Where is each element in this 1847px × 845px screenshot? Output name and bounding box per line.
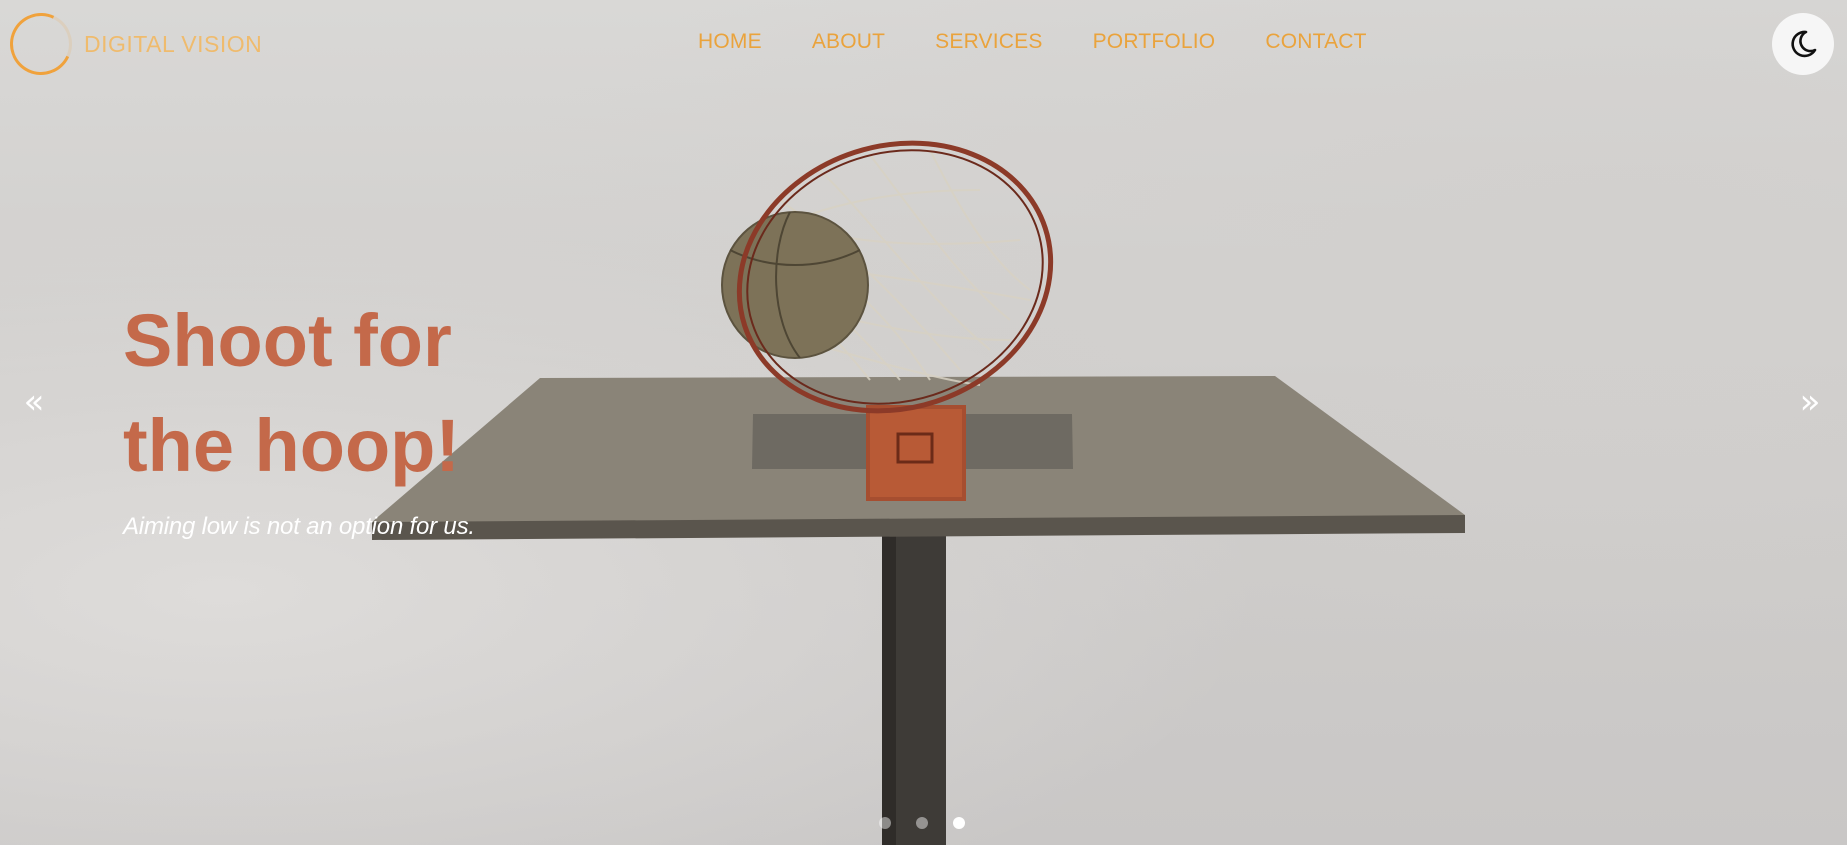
carousel-dot-3[interactable] <box>953 817 965 829</box>
carousel-prev-button[interactable]: « <box>14 382 54 422</box>
hero-carousel: DIGITAL VISION HOME ABOUT SERVICES PORTF… <box>0 0 1847 845</box>
hero-subtitle: Aiming low is not an option for us. <box>123 513 475 540</box>
logo-ring-icon <box>1 4 81 84</box>
hero-title: Shoot for the hoop! <box>123 288 543 498</box>
main-nav: HOME ABOUT SERVICES PORTFOLIO CONTACT <box>698 30 1367 54</box>
nav-portfolio[interactable]: PORTFOLIO <box>1093 30 1216 54</box>
hero-title-line-2: the hoop! <box>123 404 461 487</box>
double-chevron-right-icon: » <box>1799 382 1821 422</box>
moon-icon <box>1791 30 1817 58</box>
nav-contact[interactable]: CONTACT <box>1265 30 1366 54</box>
site-logo[interactable]: DIGITAL VISION <box>1 4 263 84</box>
logo-text: DIGITAL VISION <box>84 30 263 57</box>
carousel-indicators <box>879 817 965 829</box>
double-chevron-left-icon: « <box>23 382 45 422</box>
carousel-dot-2[interactable] <box>916 817 928 829</box>
hero-title-line-1: Shoot for <box>123 299 452 382</box>
nav-about[interactable]: ABOUT <box>812 30 885 54</box>
carousel-next-button[interactable]: » <box>1790 382 1830 422</box>
nav-home[interactable]: HOME <box>698 30 762 54</box>
nav-services[interactable]: SERVICES <box>935 30 1042 54</box>
theme-toggle-button[interactable] <box>1772 13 1834 75</box>
carousel-dot-1[interactable] <box>879 817 891 829</box>
